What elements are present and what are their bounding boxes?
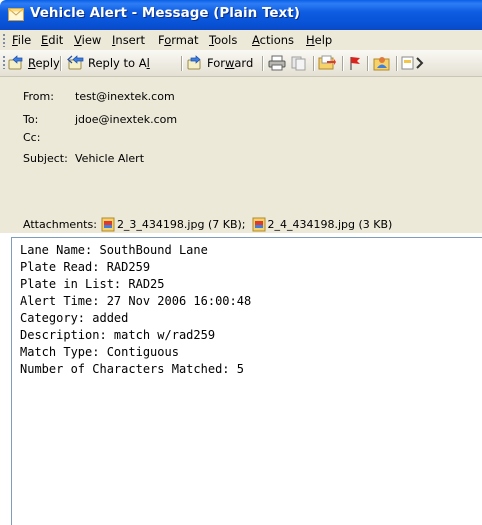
toolbar-separator [262, 56, 264, 71]
image-file-icon [252, 217, 265, 232]
move-to-folder-icon [318, 55, 336, 70]
from-value[interactable]: test@inextek.com [75, 90, 175, 103]
toolbar-separator [313, 56, 315, 71]
toolbar-separator [181, 56, 183, 71]
body-line: Lane Name: SouthBound Lane [20, 243, 208, 257]
print-button[interactable] [268, 53, 286, 73]
toolbar-separator [60, 56, 62, 71]
window-title: Vehicle Alert - Message (Plain Text) [30, 5, 300, 21]
subject-value: Vehicle Alert [75, 152, 145, 165]
view-icon [401, 56, 424, 70]
follow-up-flag-button[interactable] [348, 53, 362, 73]
subject-label: Subject: [23, 152, 68, 165]
menu-bar: File Edit View Insert Format Tools Actio… [0, 30, 482, 50]
body-line: Plate Read: RAD259 [20, 260, 151, 274]
to-label: To: [23, 113, 39, 126]
contacts-icon [373, 57, 390, 71]
attachment-size: (3 KB) [358, 218, 393, 231]
print-icon [268, 55, 286, 71]
copy-icon [291, 56, 306, 71]
envelope-icon [8, 8, 24, 21]
menu-format[interactable]: Format [158, 33, 199, 47]
flag-icon [350, 57, 360, 70]
body-line: Category: added [20, 311, 129, 325]
body-line: Match Type: Contiguous [20, 345, 179, 359]
standard-toolbar: Reply Reply to Al Forward [0, 50, 482, 77]
toolbar-separator [396, 56, 398, 71]
forward-icon [187, 55, 201, 70]
contacts-button[interactable] [373, 53, 391, 73]
menu-file[interactable]: File [12, 33, 31, 47]
menu-insert[interactable]: Insert [112, 33, 145, 47]
reply-button[interactable]: Reply [8, 53, 60, 73]
title-bar[interactable]: Vehicle Alert - Message (Plain Text) [0, 0, 482, 30]
toolbar-separator [342, 56, 344, 71]
attachment-size: (7 KB); [207, 218, 246, 231]
menu-tools[interactable]: Tools [209, 33, 237, 47]
move-to-folder-button[interactable] [318, 53, 336, 73]
message-body[interactable]: Lane Name: SouthBound Lane Plate Read: R… [11, 237, 482, 525]
menu-actions[interactable]: Actions [252, 33, 294, 47]
menu-help[interactable]: Help [306, 33, 332, 47]
body-line: Description: match w/rad259 [20, 328, 216, 342]
view-button[interactable] [401, 53, 425, 73]
attachment-item[interactable]: 2_4_434198.jpg (3 KB) [252, 217, 393, 232]
menu-view[interactable]: View [74, 33, 101, 47]
attachments-label: Attachments: [23, 218, 97, 231]
menu-edit[interactable]: Edit [41, 33, 63, 47]
from-label: From: [23, 90, 54, 103]
body-line: Number of Characters Matched: 5 [20, 362, 244, 376]
toolbar-separator [367, 56, 369, 71]
reply-icon [8, 55, 23, 70]
to-value[interactable]: jdoe@inextek.com [75, 113, 177, 126]
cc-label: Cc: [23, 131, 41, 144]
attachment-name: 2_4_434198.jpg [267, 218, 356, 231]
reply-all-button[interactable]: Reply to Al [66, 53, 150, 73]
reply-all-icon [67, 55, 84, 70]
toolbar-grip[interactable] [3, 56, 5, 69]
attachment-name: 2_3_434198.jpg [116, 218, 205, 231]
forward-button[interactable]: Forward [187, 53, 253, 73]
message-header: From: test@inextek.com To: jdoe@inextek.… [0, 77, 482, 233]
copy-button[interactable] [290, 53, 307, 73]
toolbar-grip[interactable] [3, 34, 5, 47]
image-file-icon [101, 217, 115, 232]
body-line: Plate in List: RAD25 [20, 277, 165, 291]
attachments-row: Attachments: 2_3_434198.jpg (7 KB); 2_4_… [23, 217, 392, 232]
body-line: Alert Time: 27 Nov 2006 16:00:48 [20, 294, 252, 308]
attachment-item[interactable]: 2_3_434198.jpg (7 KB); [101, 217, 246, 232]
